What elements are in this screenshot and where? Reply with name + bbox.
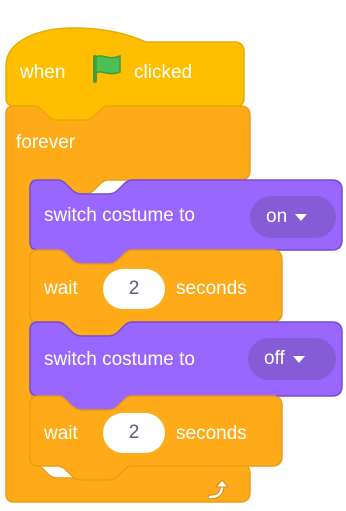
wait-seconds-input[interactable]: 2 (103, 413, 165, 453)
green-flag-icon (93, 54, 121, 83)
wait-seconds-value: 2 (128, 422, 140, 443)
seconds-label: seconds (176, 423, 247, 444)
wait-label: wait (44, 423, 78, 444)
wait-seconds-input[interactable]: 2 (103, 269, 165, 309)
clicked-label: clicked (134, 62, 193, 83)
loop-arrow-icon (207, 479, 230, 500)
wait-label: wait (44, 278, 78, 299)
switch-costume-label: switch costume to (44, 349, 195, 370)
chevron-down-icon (292, 355, 305, 363)
chevron-down-icon (295, 213, 308, 221)
when-label: when (20, 62, 66, 83)
costume-dropdown[interactable]: on (250, 196, 336, 238)
forever-label: forever (16, 132, 76, 153)
switch-costume-label: switch costume to (44, 205, 195, 226)
costume-dropdown-value: off (264, 348, 285, 369)
seconds-label: seconds (176, 278, 247, 299)
costume-dropdown[interactable]: off (248, 338, 336, 380)
costume-dropdown-value: on (266, 206, 288, 227)
wait-seconds-value: 2 (128, 278, 140, 299)
